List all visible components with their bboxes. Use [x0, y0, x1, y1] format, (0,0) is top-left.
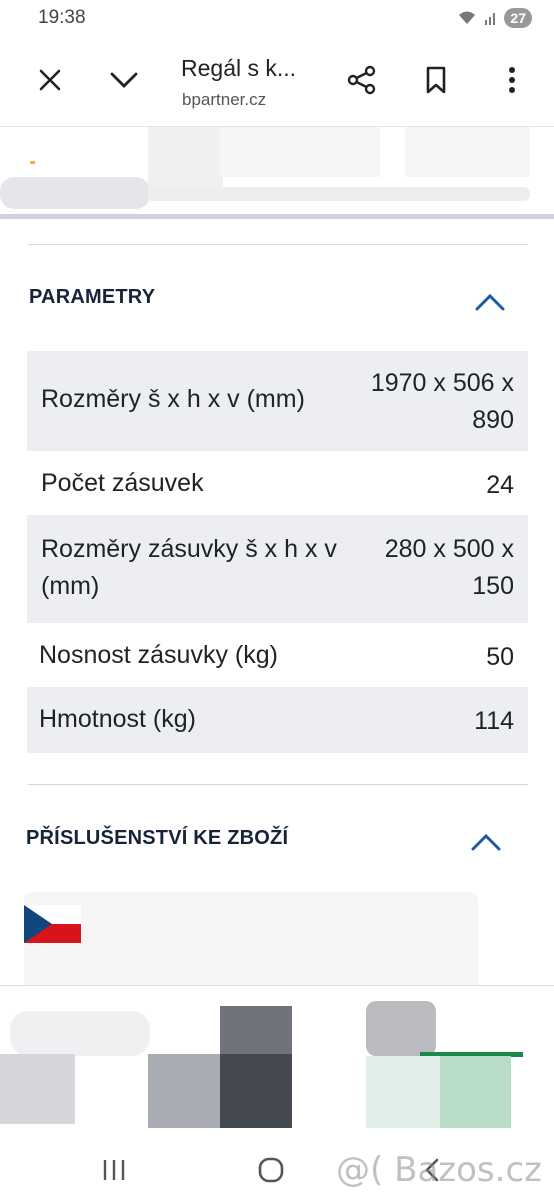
page-url[interactable]: bpartner.cz: [182, 90, 266, 110]
blurred-product-tabs: [0, 127, 554, 219]
param-value: 24: [486, 471, 514, 499]
browser-toolbar: Regál s k... bpartner.cz: [0, 40, 554, 127]
param-label: Rozměry zásuvky š x h x v (mm): [41, 535, 337, 600]
divider: [28, 244, 528, 245]
param-label: Hmotnost (kg): [39, 705, 196, 733]
table-row: Počet zásuvek 24: [27, 451, 528, 515]
param-value: 1970 x 506 x 890: [370, 369, 514, 434]
wifi-icon: [459, 11, 476, 24]
chevron-up-icon[interactable]: [470, 286, 510, 316]
share-icon[interactable]: [342, 60, 382, 100]
divider: [28, 784, 528, 785]
czech-flag-icon: [24, 905, 81, 943]
more-vertical-icon[interactable]: [492, 60, 532, 100]
status-icons: 27: [456, 8, 532, 28]
close-icon[interactable]: [30, 60, 70, 100]
param-label: Nosnost zásuvky (kg): [39, 641, 278, 669]
chevron-down-icon[interactable]: [104, 60, 144, 100]
accessory-card[interactable]: [24, 892, 478, 992]
blurred-recommendations: [0, 985, 554, 1136]
parameters-heading[interactable]: PARAMETRY: [29, 286, 155, 309]
bookmark-icon[interactable]: [416, 60, 456, 100]
param-label: Počet zásuvek: [41, 469, 204, 497]
param-label: Rozměry š x h x v (mm): [41, 385, 305, 413]
watermark: @( Bazos.cz: [336, 1150, 542, 1190]
table-row: Rozměry zásuvky š x h x v (mm) 280 x 500…: [27, 515, 528, 623]
table-row: Rozměry š x h x v (mm) 1970 x 506 x 890: [27, 351, 528, 451]
param-value: 50: [486, 643, 514, 671]
section-divider: [0, 214, 554, 219]
accessories-heading[interactable]: PŘÍSLUŠENSTVÍ KE ZBOŽÍ: [26, 827, 288, 850]
status-bar: 19:38 27: [0, 0, 554, 40]
signal-icon: [485, 13, 496, 25]
home-icon[interactable]: [251, 1154, 291, 1186]
battery-indicator: 27: [504, 8, 532, 28]
table-row: Nosnost zásuvky (kg) 50: [27, 623, 528, 687]
parameters-table: Rozměry š x h x v (mm) 1970 x 506 x 890 …: [27, 351, 528, 753]
param-value: 114: [474, 707, 514, 735]
status-time: 19:38: [38, 7, 86, 28]
table-row: Hmotnost (kg) 114: [27, 687, 528, 753]
chevron-up-icon[interactable]: [466, 826, 506, 856]
page-title[interactable]: Regál s k...: [181, 55, 296, 82]
param-value: 280 x 500 x 150: [384, 535, 514, 600]
recent-apps-icon[interactable]: [94, 1154, 134, 1186]
